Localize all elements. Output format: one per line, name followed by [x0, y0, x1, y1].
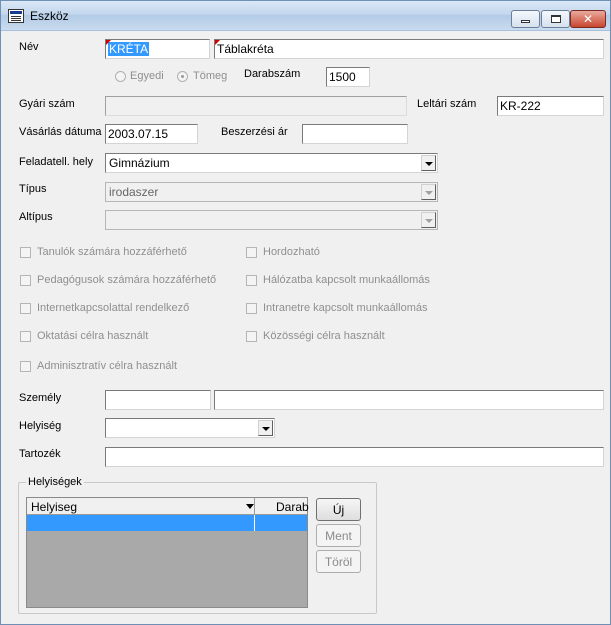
feladatell-hely-select[interactable]: Gimnázium: [105, 153, 438, 173]
title-bar[interactable]: Eszköz ✕: [1, 1, 610, 31]
window-title: Eszköz: [30, 9, 69, 23]
gyari-szam-label: Gyári szám: [19, 98, 75, 110]
szemely-name-input[interactable]: [214, 390, 604, 410]
checkbox-intranetre[interactable]: [246, 303, 257, 314]
window-app-icon: [8, 9, 24, 23]
checkbox-internet-label: Internetkapcsolattal rendelkező: [37, 302, 190, 314]
checkbox-adminisztrativ-label: Adminisztratív célra használt: [37, 360, 177, 372]
checkbox-kozossegi-label: Közösségi célra használt: [263, 330, 385, 342]
feladatell-hely-value: Gimnázium: [109, 156, 170, 170]
checkbox-hordozhato-label: Hordozható: [263, 246, 320, 258]
nev-code-input[interactable]: KRÉTA: [105, 39, 210, 59]
szemely-code-input[interactable]: [105, 390, 211, 410]
nev-code-value: KRÉTA: [108, 42, 150, 56]
altipus-label: Altípus: [19, 211, 53, 223]
checkbox-intranetre-label: Intranetre kapcsolt munkaállomás: [263, 302, 428, 314]
chevron-down-icon[interactable]: [421, 212, 436, 228]
checkbox-halozatba-label: Hálózatba kapcsolt munkaállomás: [263, 274, 430, 286]
grid-cell-separator: [254, 515, 255, 531]
radio-tomeg-label: Tömeg: [193, 70, 228, 82]
szemely-label: Személy: [19, 392, 62, 404]
nev-name-value: Táblakréta: [217, 42, 274, 56]
minimize-icon: [521, 20, 530, 23]
radio-egyedi-label: Egyedi: [130, 70, 164, 82]
tipus-value: irodaszer: [109, 185, 159, 199]
uj-button[interactable]: Új: [316, 498, 361, 521]
grid-col-helyiseg[interactable]: Helyiseg: [31, 500, 77, 514]
tipus-select[interactable]: irodaszer: [105, 182, 438, 202]
close-icon: ✕: [582, 12, 594, 26]
ment-button[interactable]: Ment: [316, 524, 361, 547]
darabszam-label: Darabszám: [244, 68, 301, 80]
vasarlas-datuma-label: Vásárlás dátuma: [19, 126, 102, 138]
maximize-icon: [550, 15, 561, 23]
helyisegek-grid[interactable]: Helyiseg Darab: [26, 497, 309, 608]
checkbox-internet[interactable]: [20, 303, 31, 314]
leltari-szam-input[interactable]: KR-222: [497, 96, 604, 116]
checkbox-pedagogusok[interactable]: [20, 275, 31, 286]
helyisegek-group-title: Helyiségek: [26, 476, 84, 488]
close-button[interactable]: ✕: [570, 10, 606, 28]
helyiseg-select[interactable]: [105, 418, 275, 438]
beszerzesi-ar-input[interactable]: [302, 124, 408, 144]
nev-name-input[interactable]: Táblakréta: [214, 39, 604, 59]
torol-button[interactable]: Töröl: [316, 550, 361, 573]
tartozek-input[interactable]: [105, 447, 604, 467]
tipus-label: Típus: [19, 183, 47, 195]
radio-egyedi[interactable]: [115, 71, 126, 82]
leltari-szam-label: Leltári szám: [417, 98, 477, 110]
darabszam-input[interactable]: 1500: [326, 67, 370, 87]
beszerzesi-ar-label: Beszerzési ár: [221, 126, 288, 138]
grid-col-darab[interactable]: Darab: [276, 500, 309, 514]
altipus-select[interactable]: [105, 210, 438, 230]
minimize-button[interactable]: [511, 10, 540, 28]
chevron-down-icon[interactable]: [421, 184, 436, 200]
maximize-button[interactable]: [541, 10, 570, 28]
feladatell-hely-label: Feladatell. hely: [19, 156, 93, 168]
checkbox-pedagogusok-label: Pedagógusok számára hozzáférhető: [37, 274, 217, 286]
eszkoz-window: Eszköz ✕ Név KRÉTA Táblakréta Egyedi Töm…: [0, 0, 611, 625]
checkbox-tanulok-label: Tanulók számára hozzáférhető: [37, 246, 187, 258]
checkbox-halozatba[interactable]: [246, 275, 257, 286]
vasarlas-datuma-input[interactable]: 2003.07.15: [105, 124, 198, 144]
chevron-down-icon[interactable]: [421, 155, 436, 171]
chevron-down-icon[interactable]: [258, 420, 273, 436]
required-marker: [215, 40, 220, 45]
checkbox-tanulok[interactable]: [20, 247, 31, 258]
chevron-down-icon[interactable]: [246, 504, 254, 509]
nev-label: Név: [19, 41, 39, 53]
grid-col-separator: [254, 498, 255, 515]
checkbox-oktatasi-label: Oktatási célra használt: [37, 330, 149, 342]
checkbox-hordozhato[interactable]: [246, 247, 257, 258]
checkbox-oktatasi[interactable]: [20, 331, 31, 342]
helyiseg-label: Helyiség: [19, 420, 62, 432]
radio-tomeg[interactable]: [177, 71, 188, 82]
tartozek-label: Tartozék: [19, 448, 61, 460]
gyari-szam-input[interactable]: [105, 96, 407, 116]
checkbox-kozossegi[interactable]: [246, 331, 257, 342]
required-marker: [106, 40, 111, 45]
table-row[interactable]: [27, 515, 307, 531]
checkbox-adminisztrativ[interactable]: [20, 361, 31, 372]
grid-header: Helyiseg Darab: [27, 498, 309, 515]
